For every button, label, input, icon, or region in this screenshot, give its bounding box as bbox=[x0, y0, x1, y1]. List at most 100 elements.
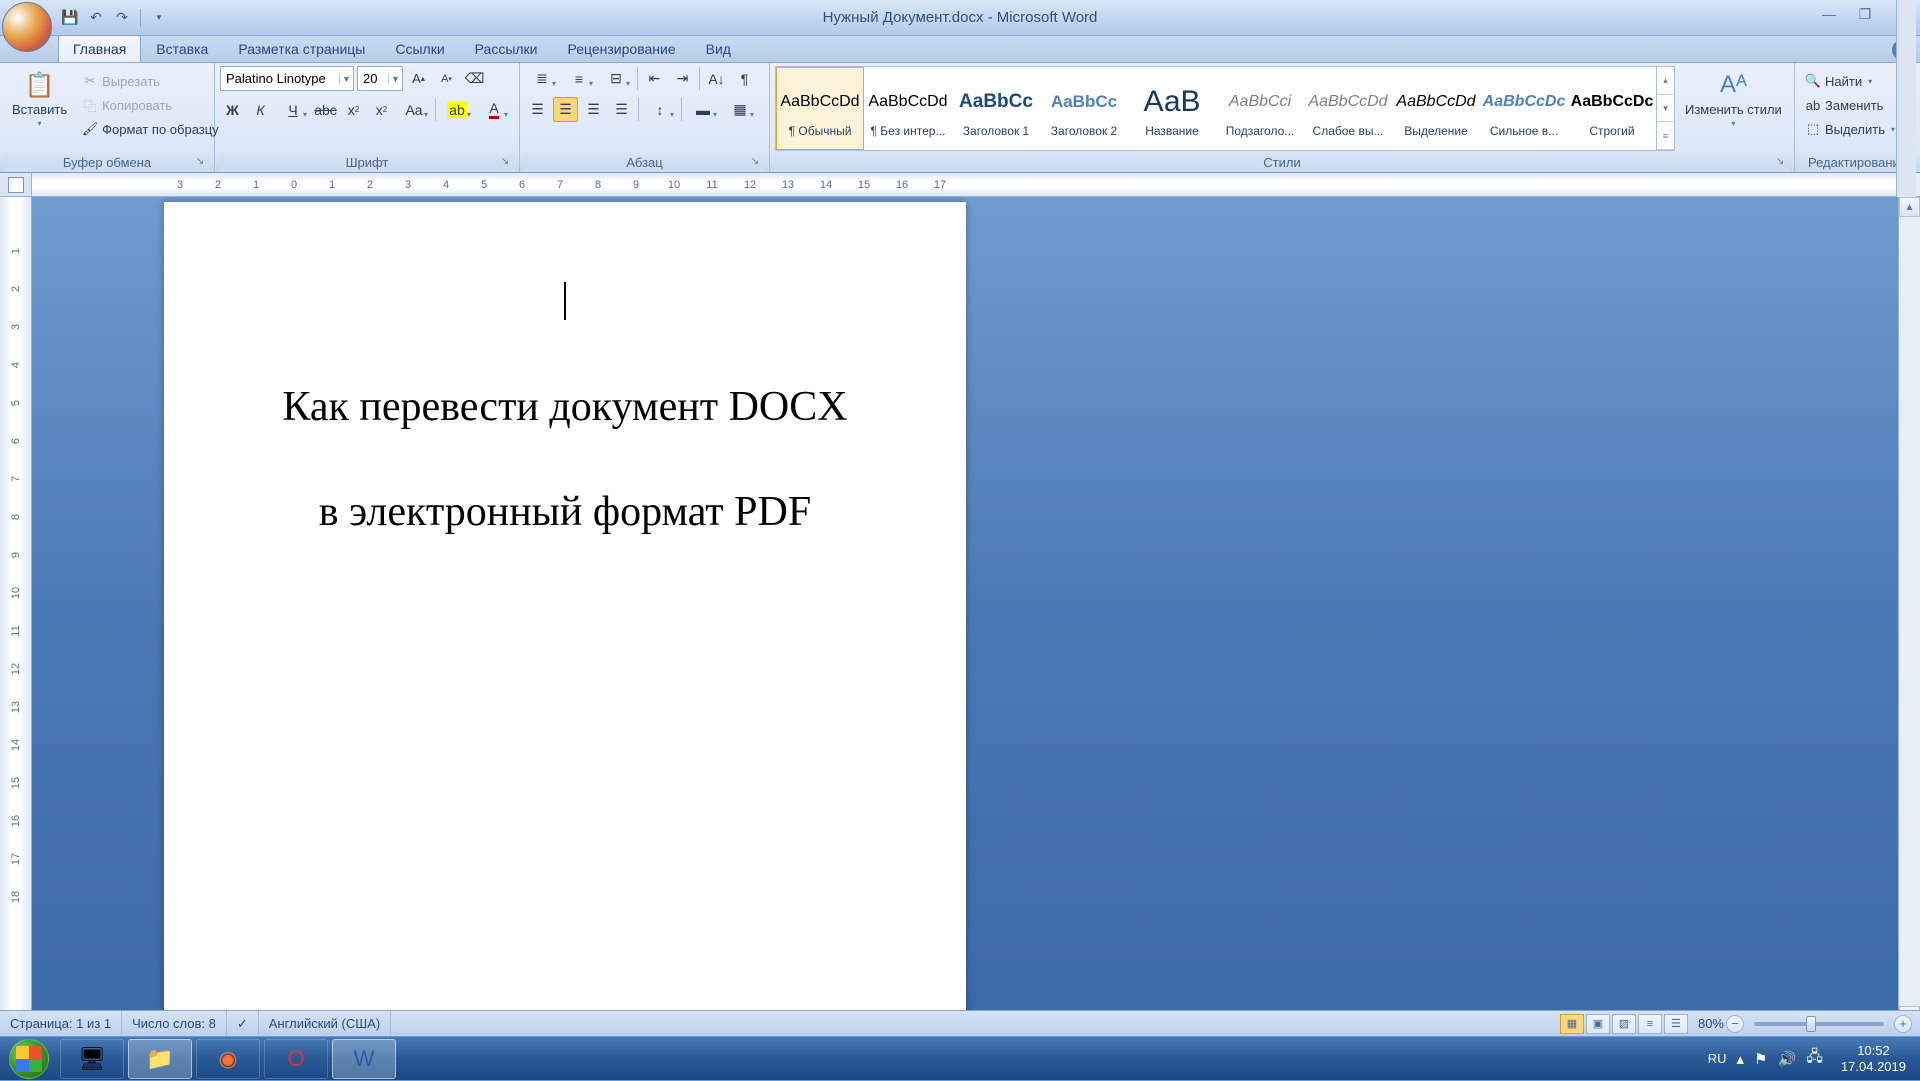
style-item-2[interactable]: AaBbCcЗаголовок 1 bbox=[952, 67, 1040, 150]
format-painter-button[interactable]: 🖌Формат по образцу bbox=[77, 118, 224, 140]
cut-button[interactable]: ✂Вырезать bbox=[77, 70, 224, 92]
font-family-input[interactable] bbox=[221, 71, 339, 86]
taskbar-item-opera[interactable]: O bbox=[264, 1039, 328, 1079]
superscript-button[interactable]: x2 bbox=[369, 97, 394, 122]
paragraph-launcher[interactable]: ↘ bbox=[748, 156, 762, 170]
redo-icon[interactable]: ↷ bbox=[112, 8, 132, 28]
status-proofing[interactable]: ✓ bbox=[227, 1011, 259, 1036]
line-spacing-button[interactable]: ↕ bbox=[643, 97, 677, 122]
shrink-font-button[interactable]: A▾ bbox=[434, 66, 459, 91]
gallery-up[interactable]: ▴ bbox=[1657, 67, 1674, 95]
document-line-1[interactable]: Как перевести документ DOCX bbox=[218, 380, 912, 435]
select-button[interactable]: ⬚Выделить▾ bbox=[1800, 118, 1900, 140]
align-right-button[interactable]: ☰ bbox=[581, 97, 606, 122]
tab-home[interactable]: Главная bbox=[58, 35, 141, 62]
tray-show-hidden-icon[interactable]: ▴ bbox=[1737, 1050, 1745, 1068]
style-item-6[interactable]: AaBbCcDdСлабое вы... bbox=[1304, 67, 1392, 150]
page[interactable]: Как перевести документ DOCX в электронны… bbox=[164, 202, 966, 1026]
style-item-4[interactable]: АаВНазвание bbox=[1128, 67, 1216, 150]
tray-language[interactable]: RU bbox=[1708, 1051, 1727, 1066]
numbering-button[interactable]: ≡ bbox=[562, 66, 596, 91]
scroll-track[interactable] bbox=[1899, 217, 1920, 966]
tray-volume-icon[interactable]: 🔊 bbox=[1778, 1050, 1797, 1068]
tray-network-icon[interactable]: 🖧 bbox=[1806, 1046, 1823, 1071]
vertical-ruler[interactable]: 123456789101112131415161718 bbox=[0, 197, 32, 1026]
align-center-button[interactable]: ☰ bbox=[553, 97, 578, 122]
style-item-0[interactable]: AaBbCcDd¶ Обычный bbox=[776, 67, 864, 150]
zoom-slider[interactable] bbox=[1754, 1022, 1884, 1026]
tab-insert[interactable]: Вставка bbox=[141, 35, 223, 62]
undo-icon[interactable]: ↶ bbox=[86, 8, 106, 28]
find-button[interactable]: 🔍Найти▾ bbox=[1800, 70, 1900, 92]
bold-button[interactable]: Ж bbox=[220, 97, 245, 122]
styles-launcher[interactable]: ↘ bbox=[1773, 156, 1787, 170]
horizontal-ruler[interactable]: 32101234567891011121314151617 bbox=[32, 173, 1896, 196]
zoom-out-button[interactable]: − bbox=[1726, 1015, 1744, 1033]
vertical-scrollbar[interactable]: ▲ ▼ bbox=[1898, 197, 1920, 1026]
chevron-down-icon[interactable]: ▼ bbox=[388, 74, 402, 84]
shading-button[interactable]: ▬ bbox=[686, 97, 720, 122]
clipboard-launcher[interactable]: ↘ bbox=[193, 156, 207, 170]
font-family-combo[interactable]: ▼ bbox=[220, 66, 354, 91]
view-web-layout[interactable]: ▨ bbox=[1612, 1014, 1636, 1034]
style-item-5[interactable]: AaBbCciПодзаголо... bbox=[1216, 67, 1304, 150]
bullets-button[interactable]: ≣ bbox=[525, 66, 559, 91]
subscript-button[interactable]: x2 bbox=[341, 97, 366, 122]
paste-button[interactable]: 📋 Вставить ▾ bbox=[5, 66, 74, 131]
justify-button[interactable]: ☰ bbox=[609, 97, 634, 122]
qat-customize-icon[interactable]: ▾ bbox=[149, 8, 169, 28]
increase-indent-button[interactable]: ⇥ bbox=[670, 66, 695, 91]
multilevel-list-button[interactable]: ⊟ bbox=[599, 66, 633, 91]
save-icon[interactable]: 💾 bbox=[60, 8, 80, 28]
style-item-1[interactable]: AaBbCcDd¶ Без интер... bbox=[864, 67, 952, 150]
sort-button[interactable]: A↓ bbox=[704, 66, 729, 91]
show-marks-button[interactable]: ¶ bbox=[732, 66, 757, 91]
tab-references[interactable]: Ссылки bbox=[380, 35, 459, 62]
zoom-level[interactable]: 80% bbox=[1698, 1016, 1724, 1031]
decrease-indent-button[interactable]: ⇤ bbox=[642, 66, 667, 91]
italic-button[interactable]: К bbox=[248, 97, 273, 122]
tab-review[interactable]: Рецензирование bbox=[553, 35, 691, 62]
chevron-down-icon[interactable]: ▼ bbox=[339, 74, 353, 84]
tab-mailings[interactable]: Рассылки bbox=[460, 35, 553, 62]
scroll-up-button[interactable]: ▲ bbox=[1899, 197, 1920, 217]
start-button[interactable] bbox=[0, 1037, 58, 1081]
zoom-thumb[interactable] bbox=[1806, 1016, 1816, 1032]
maximize-button[interactable]: ❐ bbox=[1852, 4, 1878, 24]
taskbar-item-explorer[interactable]: 📁 bbox=[128, 1039, 192, 1079]
view-full-screen[interactable]: ▣ bbox=[1586, 1014, 1610, 1034]
style-item-3[interactable]: AaBbCcЗаголовок 2 bbox=[1040, 67, 1128, 150]
zoom-in-button[interactable]: + bbox=[1894, 1015, 1912, 1033]
tab-view[interactable]: Вид bbox=[691, 35, 746, 62]
align-left-button[interactable]: ☰ bbox=[525, 97, 550, 122]
taskbar-item-app1[interactable]: ◉ bbox=[196, 1039, 260, 1079]
view-print-layout[interactable]: ▦ bbox=[1560, 1014, 1584, 1034]
document-line-2[interactable]: в электронный формат PDF bbox=[218, 485, 912, 540]
gallery-expand[interactable]: ≡ bbox=[1657, 122, 1674, 150]
document-area[interactable]: Как перевести документ DOCX в электронны… bbox=[32, 197, 1898, 1026]
highlight-button[interactable]: ab bbox=[440, 97, 474, 122]
taskbar-item-word[interactable]: W bbox=[332, 1039, 396, 1079]
strikethrough-button[interactable]: abc bbox=[313, 97, 338, 122]
style-item-7[interactable]: AaBbCcDdВыделение bbox=[1392, 67, 1480, 150]
tray-flag-icon[interactable]: ⚑ bbox=[1754, 1050, 1767, 1068]
grow-font-button[interactable]: A▴ bbox=[406, 66, 431, 91]
office-button[interactable] bbox=[2, 2, 52, 52]
font-launcher[interactable]: ↘ bbox=[498, 156, 512, 170]
underline-button[interactable]: Ч bbox=[276, 97, 310, 122]
minimize-button[interactable]: — bbox=[1816, 4, 1842, 24]
tab-selector[interactable] bbox=[0, 173, 32, 196]
tray-clock[interactable]: 10:52 17.04.2019 bbox=[1833, 1043, 1914, 1074]
font-size-input[interactable] bbox=[358, 71, 388, 86]
replace-button[interactable]: abЗаменить bbox=[1800, 94, 1900, 116]
status-wordcount[interactable]: Число слов: 8 bbox=[122, 1011, 227, 1036]
font-color-button[interactable]: A bbox=[477, 97, 511, 122]
style-item-8[interactable]: AaBbCcDcСильное в... bbox=[1480, 67, 1568, 150]
tab-page-layout[interactable]: Разметка страницы bbox=[223, 35, 380, 62]
status-language[interactable]: Английский (США) bbox=[259, 1011, 391, 1036]
borders-button[interactable]: ▦ bbox=[723, 97, 757, 122]
view-outline[interactable]: ≡ bbox=[1638, 1014, 1662, 1034]
style-item-9[interactable]: AaBbCcDcСтрогий bbox=[1568, 67, 1656, 150]
status-page[interactable]: Страница: 1 из 1 bbox=[0, 1011, 122, 1036]
gallery-down[interactable]: ▾ bbox=[1657, 95, 1674, 123]
